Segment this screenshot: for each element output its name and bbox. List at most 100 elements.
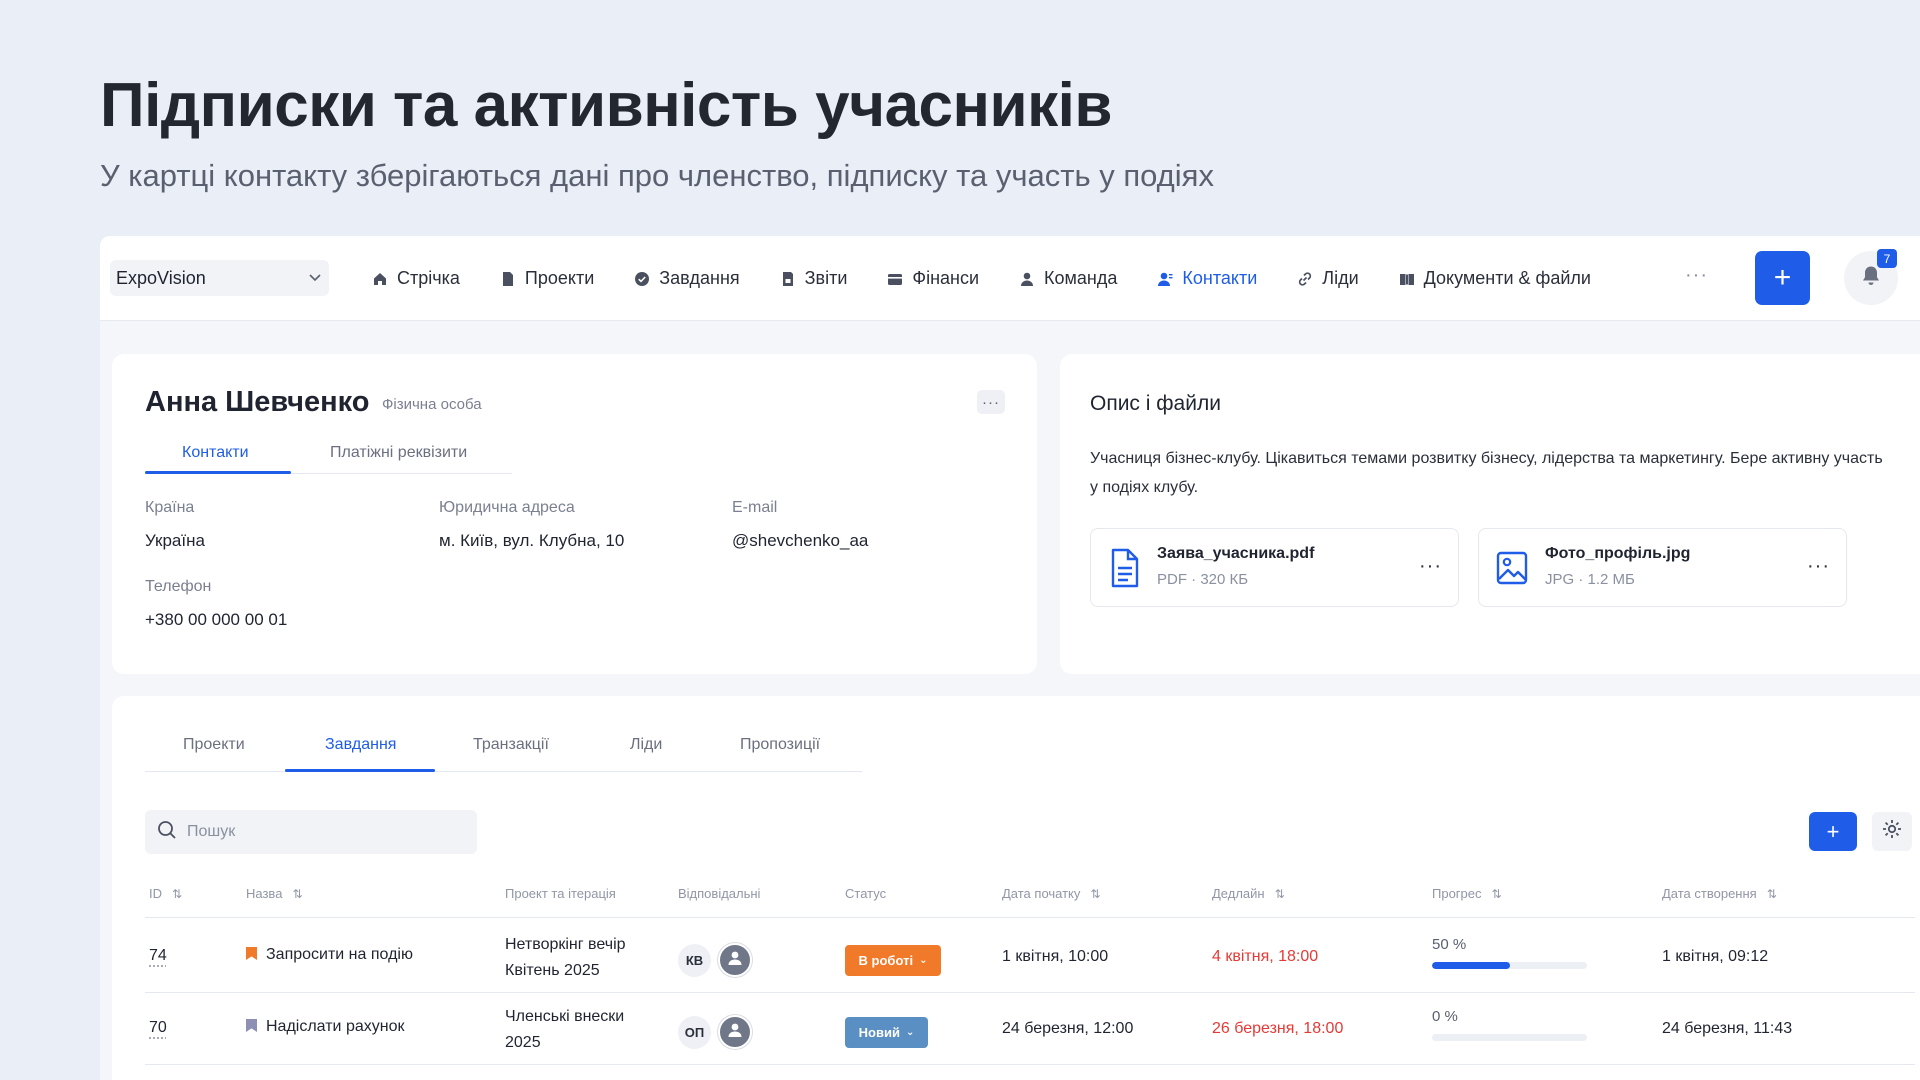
email-label: E-mail <box>732 499 778 516</box>
active-tab-indicator <box>285 769 435 772</box>
task-id[interactable]: 74 <box>149 947 167 965</box>
task-name[interactable]: Запросити на подію <box>246 946 413 964</box>
column-header-created[interactable]: Дата створення ⇅ <box>1662 886 1777 901</box>
tab-tasks[interactable]: Завдання <box>325 736 396 754</box>
nav-item-contacts[interactable]: Контакти <box>1157 268 1257 289</box>
sort-icon: ⇅ <box>172 886 183 901</box>
tab-transactions[interactable]: Транзакції <box>473 736 549 754</box>
main-nav: Стрічка Проекти Завдання Звіти Фінанси К… <box>372 236 1631 321</box>
nav-item-label: Документи & файли <box>1423 268 1591 288</box>
nav-item-label: Проекти <box>524 268 595 288</box>
sort-icon: ⇅ <box>1274 886 1285 901</box>
home-icon <box>372 271 388 287</box>
contact-name: Анна Шевченко <box>145 386 370 418</box>
sort-icon: ⇅ <box>1766 886 1777 901</box>
nav-item-documents[interactable]: Документи & файли <box>1399 268 1591 289</box>
avatar[interactable]: ОП <box>678 1016 711 1049</box>
avatar[interactable]: КВ <box>678 944 711 977</box>
task-start-date: 1 квітня, 10:00 <box>1002 948 1109 965</box>
email-value: @shevchenko_aa <box>732 531 869 550</box>
notification-count-badge: 7 <box>1877 249 1897 268</box>
table-settings-button[interactable] <box>1872 812 1912 851</box>
task-created-date: 1 квітня, 09:12 <box>1662 948 1769 965</box>
nav-item-label: Завдання <box>659 268 740 288</box>
column-header-deadline[interactable]: Дедлайн ⇅ <box>1212 886 1285 901</box>
files-card-title: Опис і файли <box>1090 392 1221 415</box>
description-files-card: Опис і файли Учасниця бізнес-клубу. Ціка… <box>1060 354 1920 674</box>
contact-menu-button[interactable]: ··· <box>977 390 1005 414</box>
avatar[interactable] <box>718 1015 752 1049</box>
nav-item-label: Звіти <box>804 268 848 288</box>
nav-item-tasks[interactable]: Завдання <box>634 268 740 289</box>
nav-item-label: Контакти <box>1182 268 1258 288</box>
column-header-id[interactable]: ID ⇅ <box>149 886 182 901</box>
sort-icon: ⇅ <box>292 886 303 901</box>
create-button[interactable]: + <box>1755 251 1810 305</box>
file-menu-button[interactable]: ··· <box>1419 555 1442 578</box>
file-menu-button[interactable]: ··· <box>1807 555 1830 578</box>
check-circle-icon <box>634 271 650 287</box>
task-deadline: 26 березня, 18:00 <box>1212 1020 1344 1037</box>
nav-item-reports[interactable]: Звіти <box>780 268 848 289</box>
column-header-progress[interactable]: Прогрес ⇅ <box>1432 886 1502 901</box>
avatar[interactable] <box>718 943 752 977</box>
search-icon <box>157 820 177 845</box>
task-created-date: 24 березня, 11:43 <box>1662 1020 1793 1037</box>
divider <box>145 992 1915 993</box>
country-label: Країна <box>145 499 195 516</box>
divider <box>145 1064 1915 1065</box>
tab-projects[interactable]: Проекти <box>183 736 245 754</box>
column-header-start-date[interactable]: Дата початку ⇅ <box>1002 886 1100 901</box>
more-nav-button[interactable]: ··· <box>1685 264 1708 287</box>
workspace-selector[interactable]: ExpoVision <box>110 260 329 296</box>
file-meta: PDF · 320 КБ <box>1157 571 1249 588</box>
workspace-name: ExpoVision <box>116 267 206 288</box>
search-box[interactable] <box>145 810 477 854</box>
nav-item-leads[interactable]: Ліди <box>1297 268 1359 289</box>
flag-icon <box>246 947 257 960</box>
column-header-name[interactable]: Назва ⇅ <box>246 886 303 901</box>
progress-bar <box>1432 1034 1587 1041</box>
nav-item-label: Команда <box>1044 268 1118 288</box>
task-deadline: 4 квітня, 18:00 <box>1212 948 1319 965</box>
nav-item-team[interactable]: Команда <box>1019 268 1117 289</box>
tab-proposals[interactable]: Пропозиції <box>740 736 820 754</box>
status-dropdown[interactable]: В роботі ⌄ <box>845 945 941 976</box>
file-item[interactable]: Заява_учасника.pdf PDF · 320 КБ ··· <box>1090 528 1459 607</box>
phone-label: Телефон <box>145 578 212 595</box>
task-project[interactable]: Членські внески 2025 <box>505 1004 624 1056</box>
tab-leads[interactable]: Ліди <box>630 736 662 754</box>
nav-item-finance[interactable]: Фінанси <box>887 268 979 289</box>
search-input[interactable] <box>187 823 447 841</box>
user-icon <box>726 1021 744 1044</box>
file-item[interactable]: Фото_профіль.jpg JPG · 1.2 МБ ··· <box>1478 528 1847 607</box>
contact-description: Учасниця бізнес-клубу. Цікавиться темами… <box>1090 450 1883 496</box>
column-header-project: Проект та ітерація <box>505 886 616 901</box>
link-icon <box>1297 271 1313 287</box>
tab-contacts[interactable]: Контакти <box>182 444 249 462</box>
user-icon <box>726 949 744 972</box>
task-id[interactable]: 70 <box>149 1019 167 1037</box>
contacts-icon <box>1157 271 1173 287</box>
add-task-button[interactable]: + <box>1809 812 1857 851</box>
user-icon <box>1019 271 1035 287</box>
tab-payment-details[interactable]: Платіжні реквізити <box>330 444 467 462</box>
nav-item-projects[interactable]: Проекти <box>500 268 594 289</box>
task-name[interactable]: Надіслати рахунок <box>246 1018 404 1036</box>
progress-bar <box>1432 962 1587 969</box>
progress-label: 50 % <box>1432 936 1467 953</box>
file-meta: JPG · 1.2 МБ <box>1545 571 1635 588</box>
sort-icon: ⇅ <box>1090 886 1101 901</box>
page-subtitle: У картці контакту зберігаються дані про … <box>100 158 1214 193</box>
top-navigation-bar: ExpoVision Стрічка Проекти Завдання Звіт… <box>100 236 1920 321</box>
column-header-status: Статус <box>845 886 887 901</box>
chevron-down-icon: ⌄ <box>905 1027 915 1038</box>
wallet-icon <box>887 271 903 287</box>
nav-item-feed[interactable]: Стрічка <box>372 268 460 289</box>
bell-icon <box>1861 265 1881 292</box>
task-project[interactable]: Нетворкінг вечір Квітень 2025 <box>505 932 626 984</box>
related-items-card: Проекти Завдання Транзакції Ліди Пропози… <box>112 696 1920 1080</box>
report-icon <box>780 271 796 287</box>
book-icon <box>1399 271 1415 287</box>
status-dropdown[interactable]: Новий ⌄ <box>845 1017 928 1048</box>
